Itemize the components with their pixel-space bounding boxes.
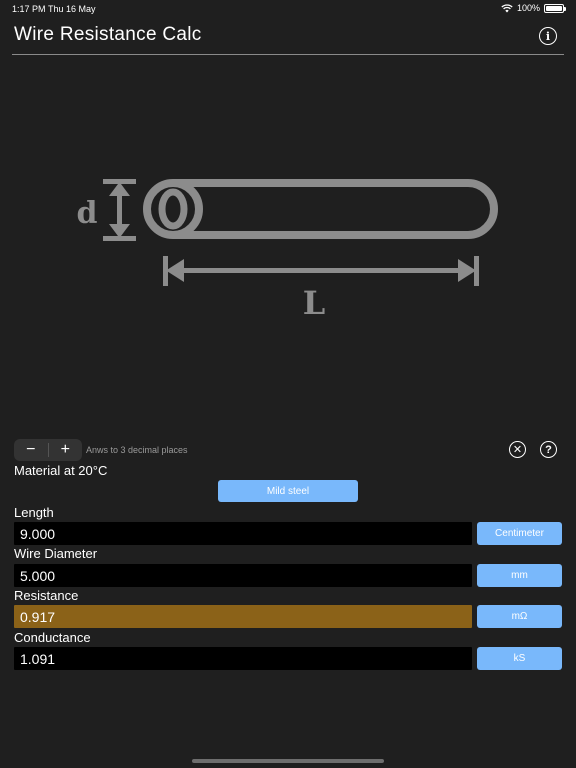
diameter-arrow-down — [109, 224, 130, 238]
diameter-unit-button[interactable]: mm — [477, 564, 562, 587]
header-divider — [12, 54, 564, 55]
resistance-label: Resistance — [14, 588, 79, 603]
length-label: L — [303, 284, 326, 322]
precision-label: Anws to 3 decimal places — [86, 445, 188, 455]
status-date: Thu 16 May — [48, 4, 96, 14]
diameter-label: d — [77, 196, 98, 231]
info-icon[interactable]: i — [539, 27, 557, 45]
material-select-button[interactable]: Mild steel — [218, 480, 358, 502]
home-indicator[interactable] — [192, 759, 384, 763]
status-indicators: 100% — [501, 3, 566, 13]
resistance-input[interactable]: 0.917 — [14, 605, 472, 628]
status-bar: 1:17 PM Thu 16 May 100% — [0, 0, 576, 16]
length-arrow-right — [458, 259, 476, 282]
decrement-button[interactable]: − — [14, 439, 48, 461]
material-label: Material at 20°C — [14, 463, 108, 478]
wire-end-inner — [158, 188, 188, 230]
clear-icon[interactable]: ✕ — [509, 441, 526, 458]
status-time: 1:17 PM — [12, 4, 46, 14]
length-arrow-left — [166, 259, 184, 282]
wire-diagram: d L — [77, 179, 498, 322]
precision-stepper: − + — [14, 439, 82, 461]
page-title: Wire Resistance Calc — [14, 24, 202, 45]
length-shaft — [180, 268, 462, 273]
battery-icon — [544, 3, 566, 13]
help-icon[interactable]: ? — [540, 441, 557, 458]
length-input[interactable]: 9.000 — [14, 522, 472, 545]
length-unit-button[interactable]: Centimeter — [477, 522, 562, 545]
conductance-label: Conductance — [14, 630, 91, 645]
conductance-unit-button[interactable]: kS — [477, 647, 562, 670]
length-label: Length — [14, 505, 54, 520]
diameter-label-field: Wire Diameter — [14, 546, 98, 561]
increment-button[interactable]: + — [49, 439, 83, 461]
wifi-icon — [501, 3, 513, 12]
resistance-unit-button[interactable]: mΩ — [477, 605, 562, 628]
diameter-shaft — [117, 194, 122, 226]
diameter-arrow-up — [109, 182, 130, 196]
battery-percent: 100% — [516, 3, 540, 13]
diameter-input[interactable]: 5.000 — [14, 564, 472, 587]
wire-body — [173, 179, 498, 239]
conductance-input[interactable]: 1.091 — [14, 647, 472, 670]
